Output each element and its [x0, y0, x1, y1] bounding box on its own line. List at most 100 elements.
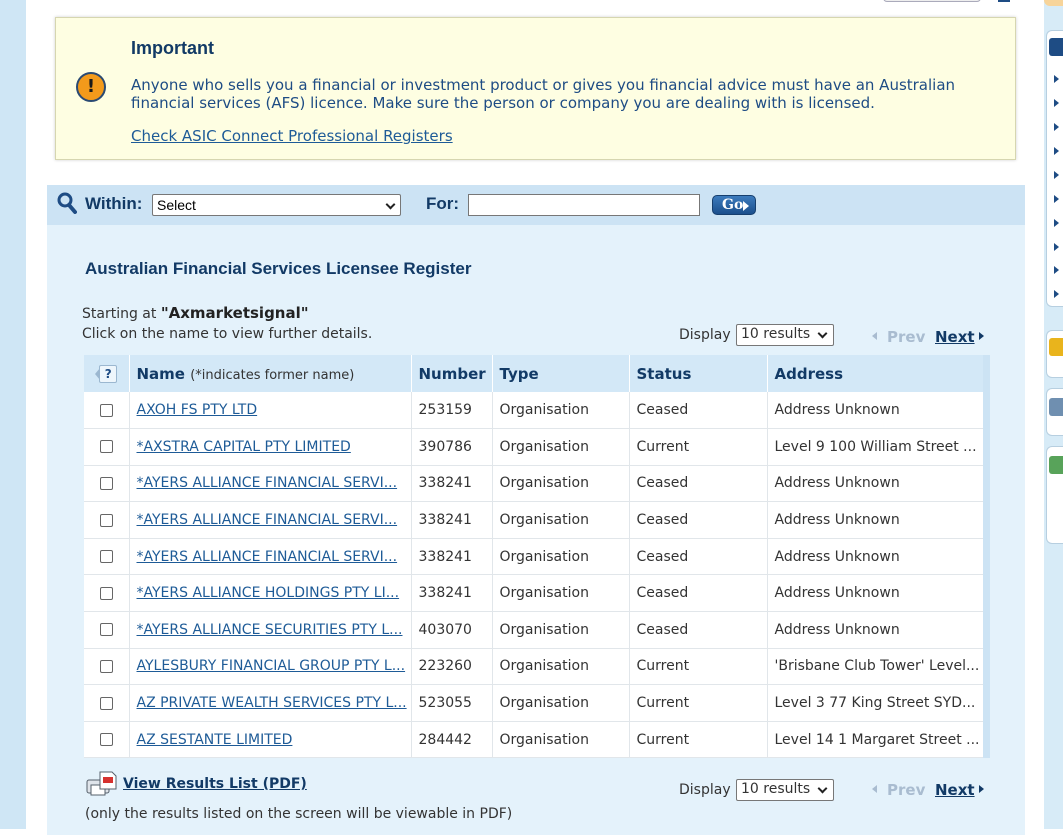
- licensee-type: Organisation: [492, 465, 630, 503]
- display-label: Display: [679, 327, 731, 343]
- search-bar: Within: Select For: Go: [47, 185, 1025, 225]
- licensee-type: Organisation: [492, 428, 630, 466]
- licensee-address: Level 14 1 Margaret Street ...: [767, 721, 990, 759]
- go-button[interactable]: Go: [712, 195, 756, 215]
- pdf-note-text: (only the results listed on the screen w…: [85, 806, 513, 822]
- top-partial-icon: [998, 0, 1010, 2]
- licence-number: 338241: [411, 538, 493, 576]
- sidebar-arrow-icon[interactable]: [1054, 147, 1059, 155]
- row-checkbox[interactable]: [99, 623, 113, 637]
- next-link[interactable]: Next: [935, 328, 975, 346]
- table-row: AYLESBURY FINANCIAL GROUP PTY L... 22326…: [84, 648, 990, 686]
- help-header-cell[interactable]: ?: [84, 355, 130, 392]
- display-select[interactable]: 10 results: [736, 779, 834, 801]
- table-row: AZ SESTANTE LIMITED 284442 Organisation …: [84, 721, 990, 759]
- licensee-name-link[interactable]: AZ SESTANTE LIMITED: [137, 732, 293, 748]
- type-column-header: Type: [492, 355, 630, 392]
- licence-status: Current: [629, 428, 768, 466]
- name-header-label: Name: [136, 364, 185, 383]
- table-row: *AYERS ALLIANCE FINANCIAL SERVI... 33824…: [84, 465, 990, 503]
- licensee-type: Organisation: [492, 501, 630, 539]
- chevron-down-icon: [817, 328, 828, 339]
- within-select[interactable]: Select: [152, 194, 401, 216]
- sidebar-arrow-icon[interactable]: [1054, 123, 1059, 131]
- licensee-address: Address Unknown: [767, 611, 990, 649]
- licensee-name-link[interactable]: *AYERS ALLIANCE FINANCIAL SERVI...: [137, 512, 398, 528]
- notice-title: Important: [131, 38, 214, 58]
- sidebar-search-icon[interactable]: [1049, 398, 1063, 416]
- sidebar-arrow-icon[interactable]: [1054, 290, 1059, 298]
- people-icon[interactable]: [1049, 456, 1063, 474]
- for-input[interactable]: [468, 194, 700, 216]
- top-partial-control: [883, 0, 981, 2]
- licensee-address: Level 3 77 King Street SYD...: [767, 684, 990, 722]
- sidebar-arrow-icon[interactable]: [1054, 75, 1059, 83]
- row-checkbox[interactable]: [99, 440, 113, 454]
- starting-at-value: "Axmarketsignal": [160, 304, 309, 322]
- row-checkbox[interactable]: [99, 586, 113, 600]
- licence-number: 253159: [411, 392, 493, 430]
- licensee-address: 'Brisbane Club Tower' Level...: [767, 648, 990, 686]
- view-results-pdf-link[interactable]: View Results List (PDF): [123, 776, 307, 792]
- results-table: ? Name (*indicates former name) Number T…: [84, 355, 990, 759]
- row-checkbox[interactable]: [99, 513, 113, 527]
- exclamation-icon: !: [76, 72, 106, 102]
- licensee-address: Address Unknown: [767, 501, 990, 539]
- licensee-type: Organisation: [492, 392, 630, 430]
- licensee-name-link[interactable]: AXOH FS PTY LTD: [137, 402, 258, 418]
- licensee-name-link[interactable]: *AYERS ALLIANCE HOLDINGS PTY LI...: [137, 585, 400, 601]
- asic-connect-link[interactable]: Check ASIC Connect Professional Register…: [131, 127, 453, 145]
- licensee-type: Organisation: [492, 538, 630, 576]
- starting-at-prefix: Starting at: [82, 306, 161, 322]
- table-row: *AXSTRA CAPITAL PTY LIMITED 390786 Organ…: [84, 428, 990, 466]
- licensee-type: Organisation: [492, 721, 630, 759]
- row-checkbox[interactable]: [99, 696, 113, 710]
- licensee-name-link[interactable]: AYLESBURY FINANCIAL GROUP PTY L...: [137, 658, 406, 674]
- licence-number: 284442: [411, 721, 493, 759]
- search-results-panel: Within: Select For: Go Australian Financ…: [47, 185, 1025, 835]
- row-checkbox[interactable]: [99, 403, 113, 417]
- row-checkbox[interactable]: [99, 659, 113, 673]
- row-checkbox[interactable]: [99, 733, 113, 747]
- next-arrow-icon[interactable]: [979, 332, 984, 340]
- next-arrow-icon[interactable]: [979, 785, 984, 793]
- display-label: Display: [679, 782, 731, 798]
- table-row: *AYERS ALLIANCE HOLDINGS PTY LI... 33824…: [84, 574, 990, 613]
- licence-status: Ceased: [629, 538, 768, 576]
- pdf-document-icon: [86, 771, 117, 796]
- row-checkbox[interactable]: [99, 550, 113, 564]
- licence-number: 338241: [411, 574, 493, 613]
- chevron-down-icon: [817, 783, 828, 794]
- register-title: Australian Financial Services Licensee R…: [85, 259, 472, 278]
- display-select[interactable]: 10 results: [736, 324, 834, 346]
- next-link[interactable]: Next: [935, 781, 975, 799]
- number-column-header: Number: [411, 355, 493, 392]
- sidebar-arrow-icon[interactable]: [1054, 243, 1059, 251]
- thumbs-up-icon[interactable]: [1049, 338, 1063, 356]
- licensee-address: Address Unknown: [767, 392, 990, 430]
- sidebar-arrow-icon[interactable]: [1054, 195, 1059, 203]
- within-label: Within:: [85, 194, 143, 213]
- sidebar-arrow-icon[interactable]: [1054, 99, 1059, 107]
- sidebar-screen-icon[interactable]: [1049, 38, 1063, 56]
- play-arrow-icon: [743, 201, 749, 211]
- display-select-value: 10 results: [741, 781, 811, 797]
- sidebar-arrow-icon[interactable]: [1054, 171, 1059, 179]
- licensee-name-link[interactable]: AZ PRIVATE WEALTH SERVICES PTY L...: [137, 695, 407, 711]
- licence-number: 523055: [411, 684, 493, 722]
- sidebar-arrow-icon[interactable]: [1054, 219, 1059, 227]
- status-column-header: Status: [629, 355, 768, 392]
- licensee-address: Address Unknown: [767, 574, 990, 613]
- licensee-name-link[interactable]: *AXSTRA CAPITAL PTY LIMITED: [137, 439, 351, 455]
- sidebar-top-tab: [1044, 0, 1063, 6]
- licensee-name-link[interactable]: *AYERS ALLIANCE FINANCIAL SERVI...: [137, 475, 398, 491]
- help-icon[interactable]: ?: [99, 365, 118, 383]
- licence-number: 338241: [411, 465, 493, 503]
- licensee-name-link[interactable]: *AYERS ALLIANCE FINANCIAL SERVI...: [137, 549, 398, 565]
- chevron-down-icon: [385, 199, 396, 210]
- sidebar-arrow-icon[interactable]: [1054, 266, 1059, 274]
- licence-status: Current: [629, 721, 768, 759]
- licensee-name-link[interactable]: *AYERS ALLIANCE SECURITIES PTY L...: [137, 622, 403, 638]
- row-checkbox[interactable]: [99, 476, 113, 490]
- licence-status: Ceased: [629, 501, 768, 539]
